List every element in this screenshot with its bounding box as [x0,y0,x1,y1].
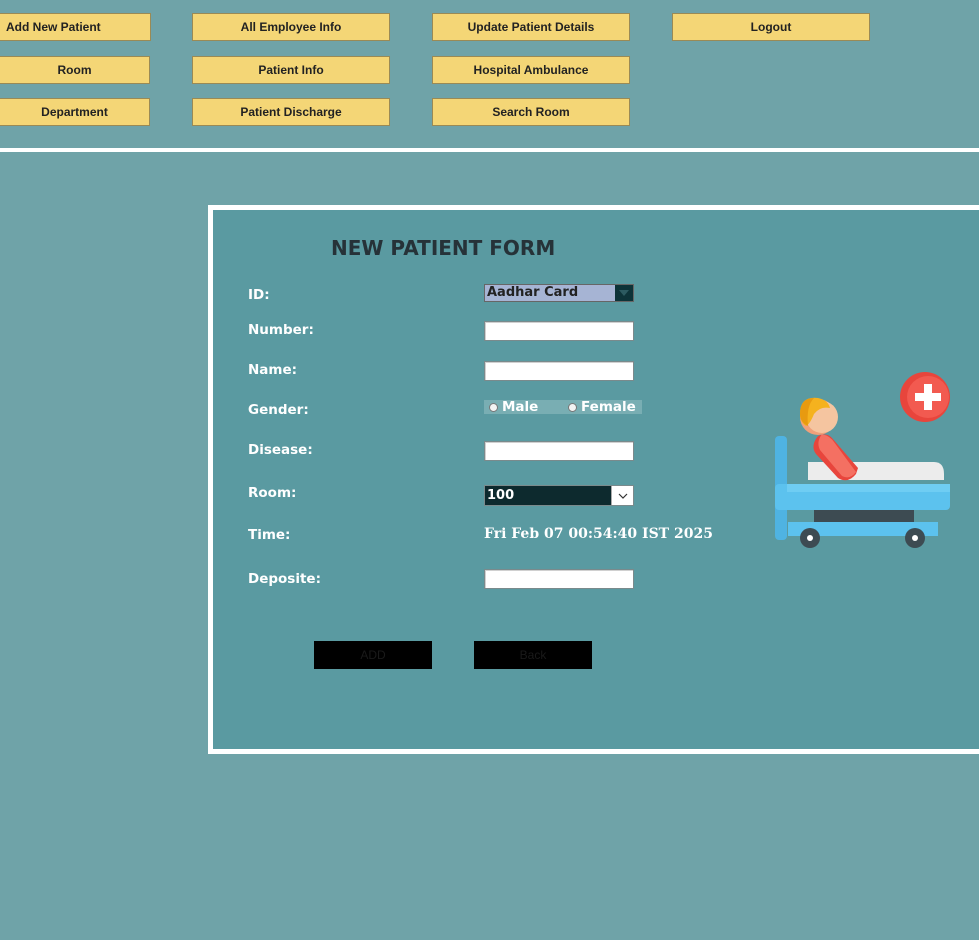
deposite-field[interactable] [484,569,634,589]
patient-info-button[interactable]: Patient Info [192,56,390,84]
room-dropdown[interactable]: 100 [484,485,634,506]
back-button[interactable]: Back [474,641,592,669]
form-title: NEW PATIENT FORM [331,236,556,260]
department-button[interactable]: Department [0,98,150,126]
disease-input[interactable] [485,442,633,460]
radio-unselected-icon[interactable] [489,402,498,412]
add-button[interactable]: ADD [314,641,432,669]
id-type-selected: Aadhar Card [487,285,579,300]
disease-field[interactable] [484,441,634,461]
name-field[interactable] [484,361,634,381]
number-field[interactable] [484,321,634,341]
header-divider [0,148,979,152]
id-label: ID: [248,287,270,303]
medical-cross-icon [900,372,950,422]
add-new-patient-button[interactable]: Add New Patient [0,13,151,41]
hospital-ambulance-button[interactable]: Hospital Ambulance [432,56,630,84]
radio-unselected-icon[interactable] [568,402,577,412]
name-label: Name: [248,362,298,378]
chevron-down-icon[interactable] [611,486,633,505]
room-label: Room: [248,485,297,501]
chevron-down-icon[interactable] [615,285,633,301]
room-selected: 100 [487,488,515,503]
room-button[interactable]: Room [0,56,150,84]
id-type-dropdown[interactable]: Aadhar Card [484,284,634,302]
patient-in-hospital-bed-icon [775,372,950,548]
gender-female-radio[interactable]: Female [568,400,636,414]
disease-label: Disease: [248,442,313,458]
deposite-label: Deposite: [248,571,321,587]
gender-male-label: Male [502,399,539,415]
time-label: Time: [248,527,291,543]
search-room-button[interactable]: Search Room [432,98,630,126]
number-label: Number: [248,322,314,338]
time-value: Fri Feb 07 00:54:40 IST 2025 [484,526,713,542]
gender-radio-group: Male Female [484,400,642,414]
deposite-input[interactable] [485,570,633,588]
logout-button[interactable]: Logout [672,13,870,41]
gender-male-radio[interactable]: Male [489,400,538,414]
number-input[interactable] [485,322,633,340]
gender-label: Gender: [248,402,309,418]
update-patient-details-button[interactable]: Update Patient Details [432,13,630,41]
patient-discharge-button[interactable]: Patient Discharge [192,98,390,126]
name-input[interactable] [485,362,633,380]
gender-female-label: Female [581,399,636,415]
all-employee-info-button[interactable]: All Employee Info [192,13,390,41]
